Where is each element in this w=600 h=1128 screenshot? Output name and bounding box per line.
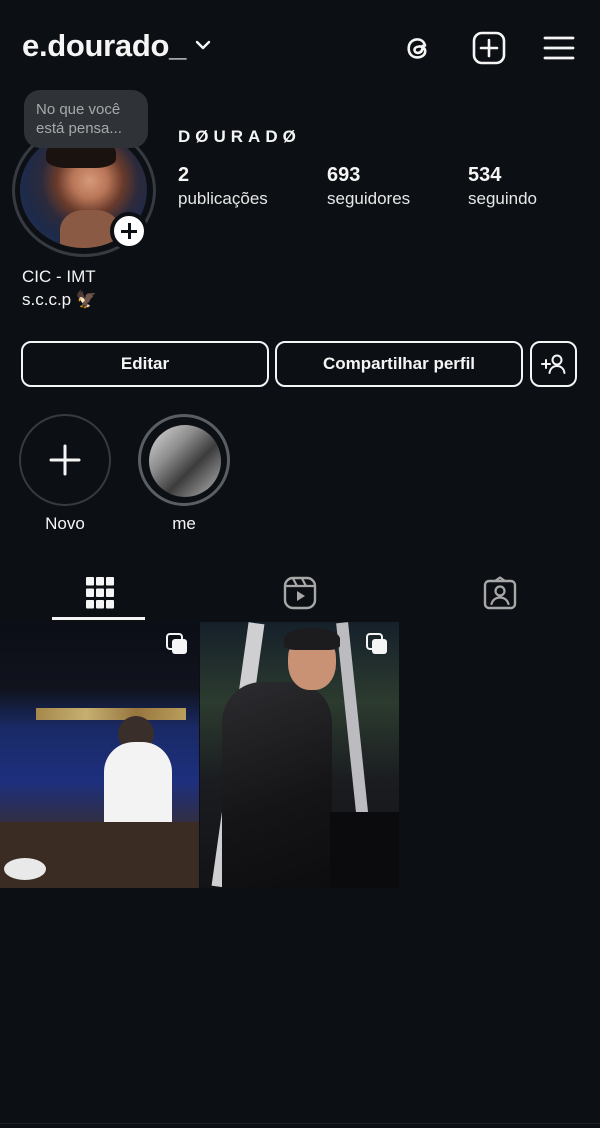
add-post-icon[interactable] <box>471 30 507 66</box>
note-bubble[interactable]: No que você está pensa... <box>24 90 148 148</box>
stat-value: 693 <box>327 164 361 186</box>
highlight-me-circle[interactable] <box>138 414 230 506</box>
carousel-icon <box>166 633 187 654</box>
threads-icon[interactable] <box>400 30 436 66</box>
stat-posts[interactable]: 2 publicações <box>178 164 268 209</box>
stat-value: 2 <box>178 164 190 186</box>
active-tab-indicator <box>52 617 145 620</box>
post-thumbnail[interactable] <box>200 622 399 888</box>
stat-following[interactable]: 534 seguindo <box>468 164 537 209</box>
tagged-icon <box>483 576 517 610</box>
add-person-icon[interactable] <box>530 341 577 387</box>
display-name: DØURADØ <box>178 127 301 146</box>
highlight-new[interactable]: Novo <box>19 414 111 534</box>
highlight-new-circle[interactable] <box>19 414 111 506</box>
edit-profile-button[interactable]: Editar <box>21 341 269 387</box>
highlight-me[interactable]: me <box>138 414 230 534</box>
add-story-plus-icon[interactable] <box>110 212 148 250</box>
carousel-icon <box>366 633 387 654</box>
stat-label: seguindo <box>468 189 538 208</box>
bottom-divider <box>0 1123 600 1124</box>
bio-line: CIC - IMT <box>22 267 96 286</box>
stat-label: seguidores <box>327 189 411 208</box>
menu-icon[interactable] <box>541 30 577 66</box>
stat-value: 534 <box>468 164 502 186</box>
highlight-label: me <box>172 514 196 533</box>
grid-icon <box>86 577 114 609</box>
tab-reels[interactable] <box>200 566 400 620</box>
username[interactable]: e.dourado_ <box>22 28 186 64</box>
reels-icon <box>283 576 317 610</box>
stat-label: publicações <box>178 189 268 208</box>
profile-header: e.dourado_ <box>0 0 600 96</box>
plus-icon <box>49 444 81 476</box>
stat-followers[interactable]: 693 seguidores <box>327 164 410 209</box>
highlight-label: Novo <box>45 514 85 533</box>
bio: CIC - IMT s.c.c.p 🦅 <box>22 265 97 311</box>
post-thumbnail[interactable] <box>0 622 199 888</box>
highlight-cover-image <box>149 425 221 497</box>
chevron-down-icon[interactable] <box>194 36 212 59</box>
bio-line: s.c.c.p 🦅 <box>22 290 98 309</box>
share-profile-button[interactable]: Compartilhar perfil <box>275 341 523 387</box>
tab-grid[interactable] <box>0 566 200 620</box>
tab-tagged[interactable] <box>400 566 600 620</box>
username-switcher[interactable]: e.dourado_ <box>22 28 212 64</box>
